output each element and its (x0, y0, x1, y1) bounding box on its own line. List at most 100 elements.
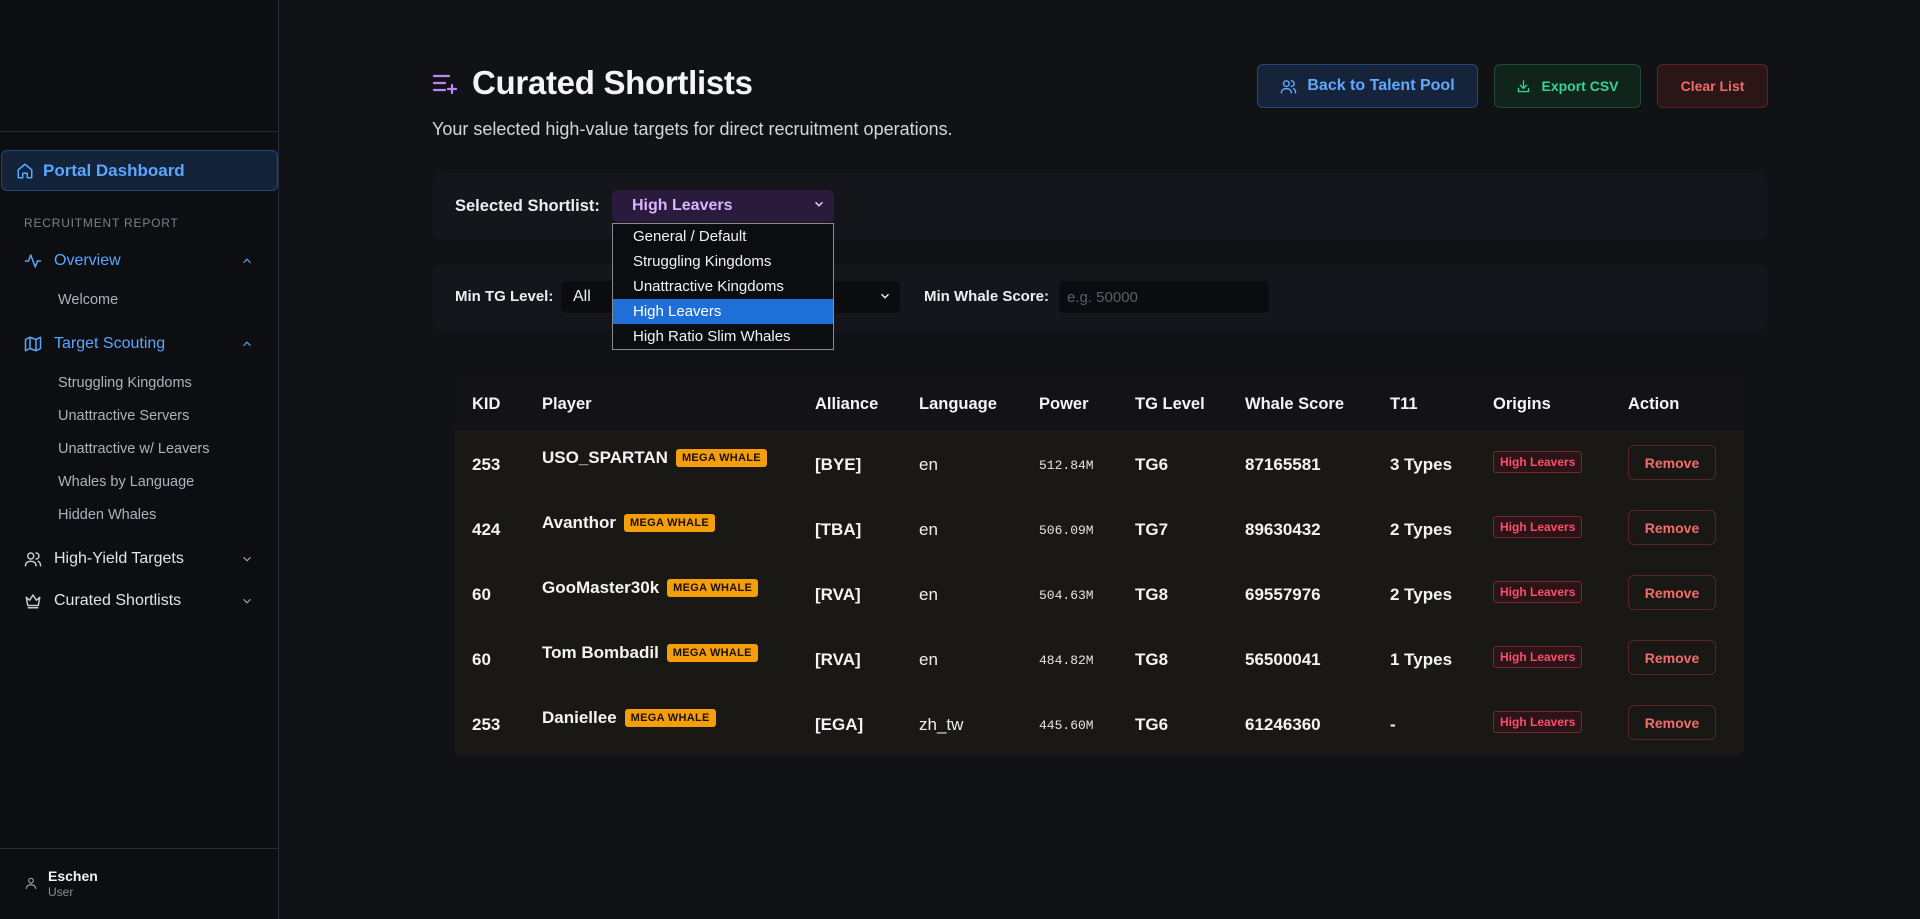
cell-tg-level: TG8 (1135, 585, 1169, 604)
cell-tg-level: TG7 (1135, 520, 1169, 539)
dropdown-option-struggling-kingdoms[interactable]: Struggling Kingdoms (613, 249, 833, 274)
mega-whale-badge: MEGA WHALE (675, 449, 767, 467)
cell-whale-score: 87165581 (1245, 455, 1321, 474)
column-header-language: Language (919, 395, 997, 413)
table-row: 253 USO_SPARTAN MEGA WHALE [BYE] en 512.8… (455, 430, 1744, 495)
sidebar-subitem-hidden-whales[interactable]: Hidden Whales (58, 507, 156, 523)
column-header-whale-score: Whale Score (1245, 395, 1345, 413)
cell-language: en (919, 520, 938, 539)
dropdown-option-high-ratio-slim-whales[interactable]: High Ratio Slim Whales (613, 324, 833, 349)
sidebar-item-overview[interactable]: Overview (24, 249, 254, 273)
cell-kid: 424 (472, 520, 501, 539)
shortlist-table: KID Player Alliance Language Power TG Le… (455, 379, 1744, 755)
remove-button[interactable]: Remove (1628, 640, 1716, 675)
dropdown-option-general-default[interactable]: General / Default (613, 224, 833, 249)
column-header-kid: KID (472, 395, 501, 413)
cell-player: Avanthor MEGA WHALE (542, 513, 715, 533)
mega-whale-badge: MEGA WHALE (624, 514, 715, 532)
cell-tg-level: TG6 (1135, 715, 1169, 734)
sidebar-item-label: Overview (54, 252, 121, 269)
min-tg-level-value: All (573, 288, 591, 305)
table-header: KID Player Alliance Language Power TG Le… (455, 379, 1744, 430)
cell-alliance: [RVA] (815, 650, 861, 669)
users-icon (1281, 79, 1297, 94)
remove-button[interactable]: Remove (1628, 510, 1716, 545)
sidebar-subitem-welcome[interactable]: Welcome (58, 292, 118, 308)
export-csv-button[interactable]: Export CSV (1494, 64, 1641, 108)
cell-tg-level: TG6 (1135, 455, 1169, 474)
chevron-down-icon (814, 201, 824, 207)
user-name: Eschen (48, 868, 98, 884)
sidebar-item-label: Target Scouting (54, 335, 166, 352)
cell-t11: 1 Types (1390, 650, 1453, 669)
cell-language: en (919, 650, 938, 669)
page-subtitle: Your selected high-value targets for dir… (432, 119, 953, 139)
column-header-alliance: Alliance (815, 395, 879, 413)
cell-alliance: [BYE] (815, 455, 862, 474)
user-profile[interactable]: Eschen User (0, 848, 279, 919)
sidebar-subitem-unattractive-servers[interactable]: Unattractive Servers (58, 408, 189, 424)
cell-player: GooMaster30k MEGA WHALE (542, 578, 759, 598)
sidebar-item-label: Portal Dashboard (43, 160, 185, 180)
shortlist-select[interactable]: High Leavers (612, 190, 834, 222)
min-whale-score-input[interactable] (1059, 281, 1269, 313)
home-icon (17, 163, 33, 178)
clear-list-button[interactable]: Clear List (1657, 64, 1768, 108)
dropdown-option-high-leavers[interactable]: High Leavers (613, 299, 833, 324)
min-whale-score-label: Min Whale Score: (924, 288, 1050, 305)
cell-language: en (919, 455, 938, 474)
chevron-up-icon (243, 258, 251, 264)
sidebar-subitem-unattractive-leavers[interactable]: Unattractive w/ Leavers (58, 441, 210, 457)
users-icon (24, 552, 42, 567)
cell-kid: 60 (472, 585, 491, 604)
column-header-power: Power (1039, 395, 1089, 413)
shortlist-dropdown-list: General / Default Struggling Kingdoms Un… (612, 223, 834, 350)
list-plus-icon (432, 74, 458, 95)
cell-alliance: [EGA] (815, 715, 864, 734)
shortlist-label: Selected Shortlist: (455, 197, 600, 215)
origin-badge: High Leavers (1493, 581, 1583, 603)
sidebar-subitem-struggling-kingdoms[interactable]: Struggling Kingdoms (58, 375, 192, 391)
column-header-origins: Origins (1493, 395, 1551, 413)
sidebar-section-label: RECRUITMENT REPORT (24, 216, 179, 230)
column-header-tg-level: TG Level (1135, 395, 1205, 413)
page-title: Curated Shortlists (472, 64, 753, 101)
mega-whale-badge: MEGA WHALE (624, 709, 716, 727)
activity-icon (24, 254, 42, 268)
column-header-t11: T11 (1390, 395, 1418, 413)
chevron-down-icon (243, 598, 251, 604)
cell-kid: 253 (472, 715, 501, 734)
table-row: 60 GooMaster30k MEGA WHALE [RVA] en 504.6… (455, 560, 1744, 625)
table-row: 253 Daniellee MEGA WHALE [EGA] zh_tw 445.… (455, 690, 1744, 755)
dropdown-option-unattractive-kingdoms[interactable]: Unattractive Kingdoms (613, 274, 833, 299)
cell-t11: 2 Types (1390, 520, 1453, 539)
mega-whale-badge: MEGA WHALE (666, 644, 758, 662)
cell-t11: - (1390, 715, 1396, 734)
sidebar-item-high-yield-targets[interactable]: High-Yield Targets (24, 547, 254, 571)
crown-icon (25, 594, 41, 609)
shortlist-selected-value: High Leavers (632, 197, 733, 214)
sidebar-subitem-whales-by-language[interactable]: Whales by Language (58, 474, 194, 490)
sidebar-item-portal-dashboard[interactable]: Portal Dashboard (1, 150, 278, 191)
player-name: USO_SPARTAN (542, 448, 668, 467)
download-icon (1518, 79, 1530, 92)
remove-button[interactable]: Remove (1628, 575, 1716, 610)
cell-whale-score: 89630432 (1245, 520, 1321, 539)
cell-power: 504.63M (1039, 588, 1094, 603)
cell-whale-score: 61246360 (1245, 715, 1321, 734)
cell-whale-score: 56500041 (1245, 650, 1321, 669)
export-button-label: Export CSV (1541, 78, 1619, 94)
sidebar-logo-area (0, 0, 278, 132)
map-icon (24, 336, 42, 352)
cell-player: USO_SPARTAN MEGA WHALE (542, 448, 767, 468)
sidebar-item-curated-shortlists[interactable]: Curated Shortlists (24, 589, 254, 613)
sidebar-item-target-scouting[interactable]: Target Scouting (24, 332, 254, 356)
origin-badge: High Leavers (1493, 711, 1583, 733)
remove-button[interactable]: Remove (1628, 445, 1716, 480)
remove-button[interactable]: Remove (1628, 705, 1716, 740)
chevron-down-icon (243, 556, 251, 562)
origin-badge: High Leavers (1493, 646, 1583, 668)
back-to-talent-pool-button[interactable]: Back to Talent Pool (1257, 64, 1478, 108)
mega-whale-badge: MEGA WHALE (667, 579, 759, 597)
player-name: GooMaster30k (542, 578, 660, 597)
